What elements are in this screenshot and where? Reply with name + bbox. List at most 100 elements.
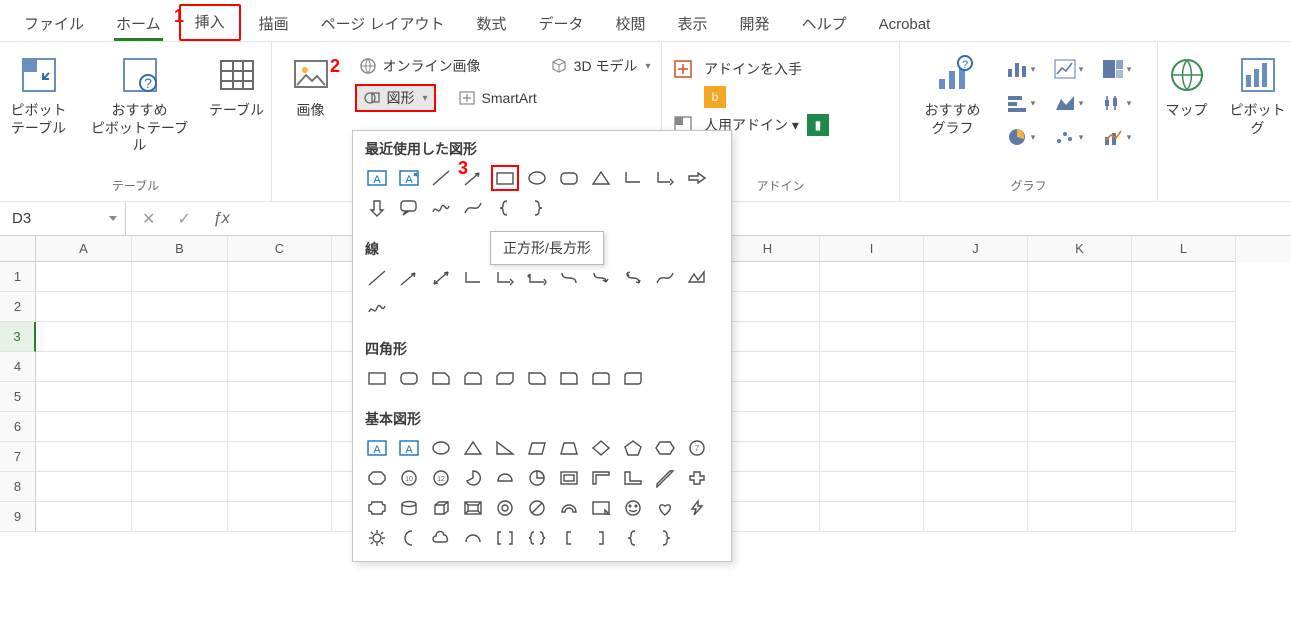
cell[interactable] [36,292,132,322]
row-header[interactable]: 1 [0,262,36,292]
bar-chart-button[interactable]: ▾ [999,88,1043,118]
shape-block-arrow-right[interactable] [683,165,711,191]
cell[interactable] [924,442,1028,472]
pie-chart-button[interactable]: ▾ [999,122,1043,152]
shape-plus[interactable] [683,465,711,491]
cell[interactable] [1028,292,1132,322]
shape-teardrop[interactable] [523,465,551,491]
row-header[interactable]: 5 [0,382,36,412]
cell[interactable] [1028,442,1132,472]
shape-callout[interactable] [395,195,423,221]
cell[interactable] [1132,292,1236,322]
cell[interactable] [820,382,924,412]
tab-page-layout[interactable]: ページ レイアウト [307,8,459,41]
shape-textbox-h[interactable]: A [363,165,391,191]
shape-line[interactable] [427,165,455,191]
shape-elbow[interactable] [619,165,647,191]
tab-file[interactable]: ファイル [10,8,98,41]
cell[interactable] [1028,322,1132,352]
column-header[interactable]: K [1028,236,1132,262]
tab-acrobat[interactable]: Acrobat [865,8,945,41]
combo-chart-button[interactable]: ▾ [1095,122,1139,152]
shape-plaque[interactable] [363,495,391,521]
cell[interactable] [132,352,228,382]
cell[interactable] [36,412,132,442]
shape-freeform-curve[interactable] [651,265,679,291]
cell[interactable] [1132,412,1236,442]
tab-insert[interactable]: 挿入 [179,4,241,41]
cell[interactable] [36,442,132,472]
shape-rt-triangle[interactable] [491,435,519,461]
cell[interactable] [1132,322,1236,352]
pivot-chart-button[interactable]: ピボットグ [1226,48,1290,173]
cell[interactable] [1132,442,1236,472]
shape-dodecagon[interactable]: 12 [427,465,455,491]
shape-oval2[interactable] [427,435,455,461]
column-header[interactable]: C [228,236,332,262]
cell[interactable] [132,472,228,502]
shapes-dropdown-button[interactable]: 図形 ▾ [355,84,436,112]
cell[interactable] [132,442,228,472]
cancel-formula-icon[interactable]: ✕ [142,209,155,229]
shape-curved-double[interactable] [619,265,647,291]
shape-right-brace2[interactable] [651,525,679,551]
cell[interactable] [1132,502,1236,532]
row-header[interactable]: 8 [0,472,36,502]
shape-sun[interactable] [363,525,391,551]
cell[interactable] [132,322,228,352]
shape-snip-single[interactable] [427,365,455,391]
shape-block-arrow-down[interactable] [363,195,391,221]
shape-right-bracket[interactable] [587,525,615,551]
shape-lightning[interactable] [683,495,711,521]
table-button[interactable]: テーブル [202,48,272,173]
shape-half-frame[interactable] [587,465,615,491]
shape-line-arrow[interactable] [395,265,423,291]
cell[interactable] [132,502,228,532]
shape-octagon[interactable] [363,465,391,491]
cell[interactable] [924,262,1028,292]
tab-developer[interactable]: 開発 [726,8,784,41]
shape-hexagon[interactable] [651,435,679,461]
shape-freeform-poly[interactable] [683,265,711,291]
column-header[interactable]: A [36,236,132,262]
shape-donut[interactable] [491,495,519,521]
shape-bevel[interactable] [459,495,487,521]
cell[interactable] [228,502,332,532]
get-addins-button[interactable]: アドインを入手 [704,59,829,79]
cell[interactable] [924,352,1028,382]
cell[interactable] [228,352,332,382]
shape-line-double-arrow[interactable] [427,265,455,291]
shape-snip-diag[interactable] [491,365,519,391]
cell[interactable] [1132,262,1236,292]
tab-data[interactable]: データ [525,8,598,41]
stock-chart-button[interactable]: ▾ [1095,88,1139,118]
tab-draw[interactable]: 描画 [245,8,303,41]
shape-round-single[interactable] [555,365,583,391]
shape-round-rect[interactable] [395,365,423,391]
area-chart-button[interactable]: ▾ [1047,88,1091,118]
shape-moon[interactable] [395,525,423,551]
tab-help[interactable]: ヘルプ [788,8,861,41]
cell[interactable] [1132,352,1236,382]
cell[interactable] [228,262,332,292]
shape-double-bracket[interactable] [491,525,519,551]
treemap-chart-button[interactable]: ▾ [1095,54,1139,84]
cell[interactable] [36,322,132,352]
shape-l-shape[interactable] [619,465,647,491]
shape-line2[interactable] [363,265,391,291]
cell[interactable] [924,382,1028,412]
column-chart-button[interactable]: ▾ [999,54,1043,84]
tab-review[interactable]: 校閲 [602,8,660,41]
cell[interactable] [1028,412,1132,442]
shape-elbow-arrow2[interactable] [491,265,519,291]
cell[interactable] [228,292,332,322]
cell[interactable] [228,472,332,502]
cell[interactable] [924,412,1028,442]
line-chart-button[interactable]: ▾ [1047,54,1091,84]
row-header[interactable]: 6 [0,412,36,442]
shape-diag-stripe[interactable] [651,465,679,491]
cell[interactable] [820,322,924,352]
cell[interactable] [36,352,132,382]
recommended-pivot-button[interactable]: ? おすすめ ピボットテーブル [90,48,190,173]
row-header[interactable]: 9 [0,502,36,532]
